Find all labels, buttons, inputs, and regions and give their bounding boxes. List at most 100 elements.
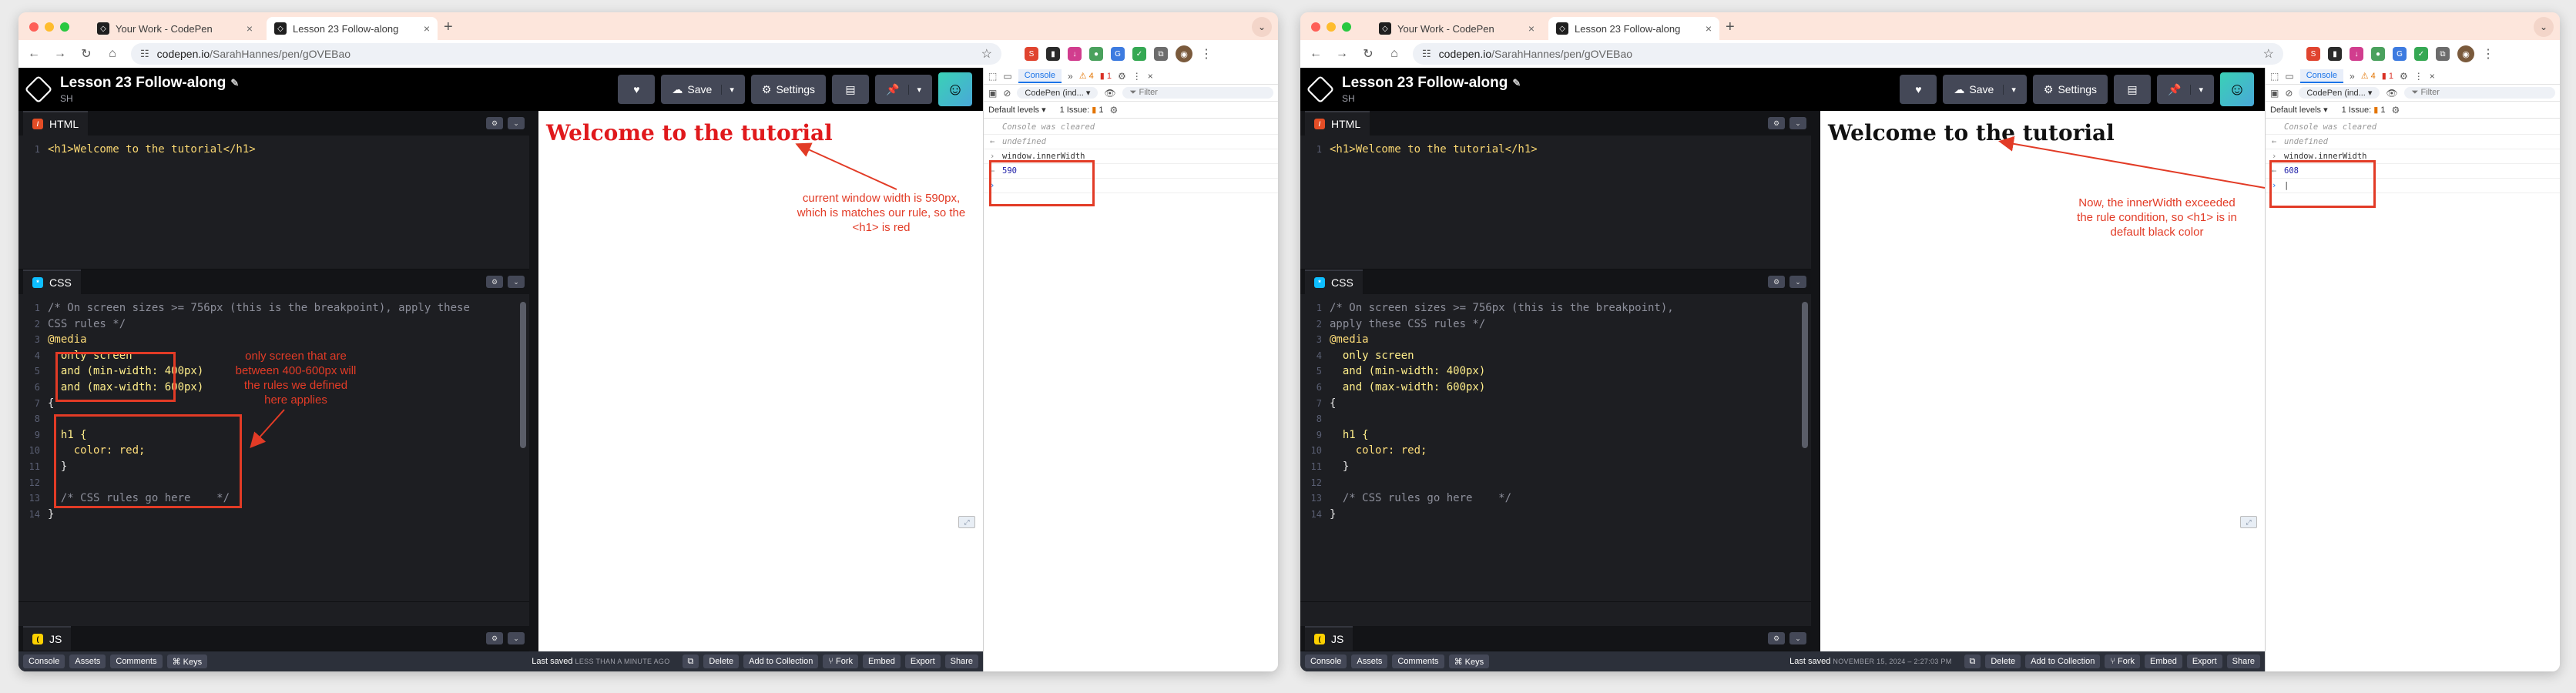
comments-button[interactable]: Comments [1392, 654, 1444, 668]
extension-icon[interactable]: ▮ [1046, 47, 1060, 61]
device-icon[interactable]: ▭ [1003, 71, 1011, 82]
resize-handle[interactable] [1811, 111, 1820, 651]
chevron-down-icon[interactable]: ▾ [2003, 84, 2016, 95]
puzzle-icon[interactable]: ⧉ [2436, 47, 2450, 61]
open-preview-icon[interactable]: ⤢ [958, 516, 975, 528]
address-bar[interactable]: ☷ codepen.io/SarahHannes/pen/gOVEBao ☆ [1413, 43, 2283, 65]
open-preview-icon[interactable]: ⤢ [2240, 516, 2257, 528]
site-info-icon[interactable]: ☷ [140, 48, 149, 60]
extension-icon[interactable]: S [2306, 47, 2320, 61]
export-button[interactable]: Export [2186, 654, 2222, 668]
star-icon[interactable]: ☆ [981, 46, 992, 62]
extension-icon[interactable]: S [1025, 47, 1038, 61]
clear-console-icon[interactable]: ⊘ [2285, 88, 2293, 99]
inspect-icon[interactable]: ⬚ [2270, 71, 2279, 82]
assets-button[interactable]: Assets [69, 654, 106, 668]
css-code[interactable]: 1/* On screen sizes >= 756px (this is th… [1300, 294, 1811, 601]
close-icon[interactable]: × [1528, 22, 1535, 35]
js-editor[interactable]: (JS ⚙ ⌄ [18, 602, 529, 651]
add-to-collection-button[interactable]: Add to Collection [2025, 654, 2101, 668]
tab-console[interactable]: Console [2299, 69, 2344, 83]
more-menu-icon[interactable]: ⋮ [1132, 71, 1142, 82]
gear-icon[interactable]: ⚙ [486, 632, 503, 644]
codepen-logo-icon[interactable] [24, 75, 53, 104]
save-button[interactable]: ☁ Save ▾ [661, 75, 745, 104]
warnings-count[interactable]: ⚠ 4 [2361, 71, 2376, 81]
device-icon[interactable]: ▭ [2285, 71, 2293, 82]
chevron-down-icon[interactable]: ⌄ [508, 276, 525, 288]
tab-lesson-23[interactable]: ◇ Lesson 23 Follow-along × [1548, 17, 1719, 40]
close-icon[interactable]: × [424, 22, 430, 35]
pin-button[interactable]: 📌 ▾ [2157, 75, 2214, 104]
export-button[interactable]: Export [904, 654, 941, 668]
fork-button[interactable]: ⑂ Fork [2105, 654, 2140, 668]
more-menu-icon[interactable]: ⋮ [2414, 71, 2423, 82]
embed-button[interactable]: Embed [2144, 654, 2182, 668]
js-editor-tab[interactable]: (JS [1305, 626, 1353, 651]
tab-console[interactable]: Console [1018, 69, 1062, 83]
forward-icon[interactable]: → [52, 47, 68, 61]
clear-console-icon[interactable]: ⊘ [1003, 88, 1011, 99]
new-tab-button[interactable]: + [444, 18, 453, 36]
more-menu-icon[interactable]: ⋮ [1200, 46, 1213, 62]
extension-icon[interactable]: ✓ [1132, 47, 1146, 61]
more-tabs-icon[interactable]: » [2350, 71, 2355, 82]
reload-icon[interactable]: ↻ [79, 46, 94, 62]
layout-button[interactable]: ▤ [2114, 75, 2152, 104]
context-select[interactable]: CodePen (ind... ▾ [2299, 87, 2380, 99]
html-editor-tab[interactable]: / HTML [23, 111, 89, 136]
more-tabs-icon[interactable]: » [1068, 71, 1073, 82]
forward-icon[interactable]: → [1334, 47, 1350, 61]
css-editor-tab[interactable]: * CSS [1305, 270, 1363, 294]
chevron-down-icon[interactable]: ▾ [721, 84, 734, 95]
html-editor[interactable]: / HTML ⚙ ⌄ 1 <h1>Welcome to the tutorial</h… [1300, 111, 1811, 270]
extension-icon[interactable]: ● [1089, 47, 1103, 61]
pen-title[interactable]: Lesson 23 Follow-along ✎ [60, 75, 239, 92]
css-editor-tab[interactable]: * CSS [23, 270, 81, 294]
site-info-icon[interactable]: ☷ [1422, 48, 1431, 60]
back-icon[interactable]: ← [1308, 47, 1323, 61]
settings-button[interactable]: ⚙ Settings [2032, 75, 2108, 104]
embed-button[interactable]: Embed [862, 654, 901, 668]
tab-lesson-23[interactable]: ◇ Lesson 23 Follow-along × [267, 17, 438, 40]
share-button[interactable]: Share [944, 654, 978, 668]
gear-icon[interactable]: ⚙ [1118, 71, 1126, 82]
extension-icon[interactable]: G [2393, 47, 2407, 61]
external-link-button[interactable]: ⧉ [1964, 654, 1981, 668]
edit-pencil-icon[interactable]: ✎ [230, 77, 239, 89]
tab-your-work[interactable]: ◇ Your Work - CodePen × [89, 17, 260, 40]
puzzle-icon[interactable]: ⧉ [1154, 47, 1168, 61]
console-button[interactable]: Console [23, 654, 65, 668]
levels-select[interactable]: Default levels ▾ [988, 105, 1046, 115]
eye-icon[interactable]: 👁 [2386, 88, 2397, 99]
save-button[interactable]: ☁ Save ▾ [1943, 75, 2027, 104]
maximize-window-button[interactable] [60, 22, 69, 32]
delete-button[interactable]: Delete [1985, 654, 2021, 668]
tab-your-work[interactable]: ◇ Your Work - CodePen × [1371, 17, 1542, 40]
codepen-logo-icon[interactable] [1306, 75, 1335, 104]
scrollbar[interactable] [520, 302, 526, 448]
resize-handle[interactable] [529, 111, 538, 651]
comments-button[interactable]: Comments [110, 654, 163, 668]
js-editor[interactable]: (JS ⚙ ⌄ [1300, 602, 1811, 651]
html-editor-tab[interactable]: / HTML [1305, 111, 1370, 136]
errors-count[interactable]: ▮ 1 [1100, 71, 1112, 81]
extension-icon[interactable]: ▮ [2328, 47, 2342, 61]
chevron-down-icon[interactable]: ⌄ [1789, 276, 1806, 288]
user-avatar[interactable]: ☺ [938, 72, 972, 106]
pen-title[interactable]: Lesson 23 Follow-along ✎ [1342, 75, 1521, 92]
assets-button[interactable]: Assets [1351, 654, 1388, 668]
share-button[interactable]: Share [2226, 654, 2260, 668]
close-icon[interactable]: × [247, 22, 253, 35]
layout-button[interactable]: ▤ [832, 75, 870, 104]
maximize-window-button[interactable] [1342, 22, 1351, 32]
css-editor[interactable]: * CSS ⚙ ⌄ 1/* On screen sizes >= 756px (th… [1300, 270, 1811, 602]
heart-button[interactable]: ♥ [618, 75, 656, 104]
edit-pencil-icon[interactable]: ✎ [1512, 77, 1521, 89]
context-select[interactable]: CodePen (ind... ▾ [1017, 87, 1098, 99]
chevron-down-icon[interactable]: ▾ [908, 84, 921, 95]
eye-icon[interactable]: 👁 [1104, 88, 1115, 99]
star-icon[interactable]: ☆ [2263, 46, 2274, 62]
tab-search-button[interactable]: ⌄ [2534, 17, 2554, 37]
more-menu-icon[interactable]: ⋮ [2482, 46, 2494, 62]
